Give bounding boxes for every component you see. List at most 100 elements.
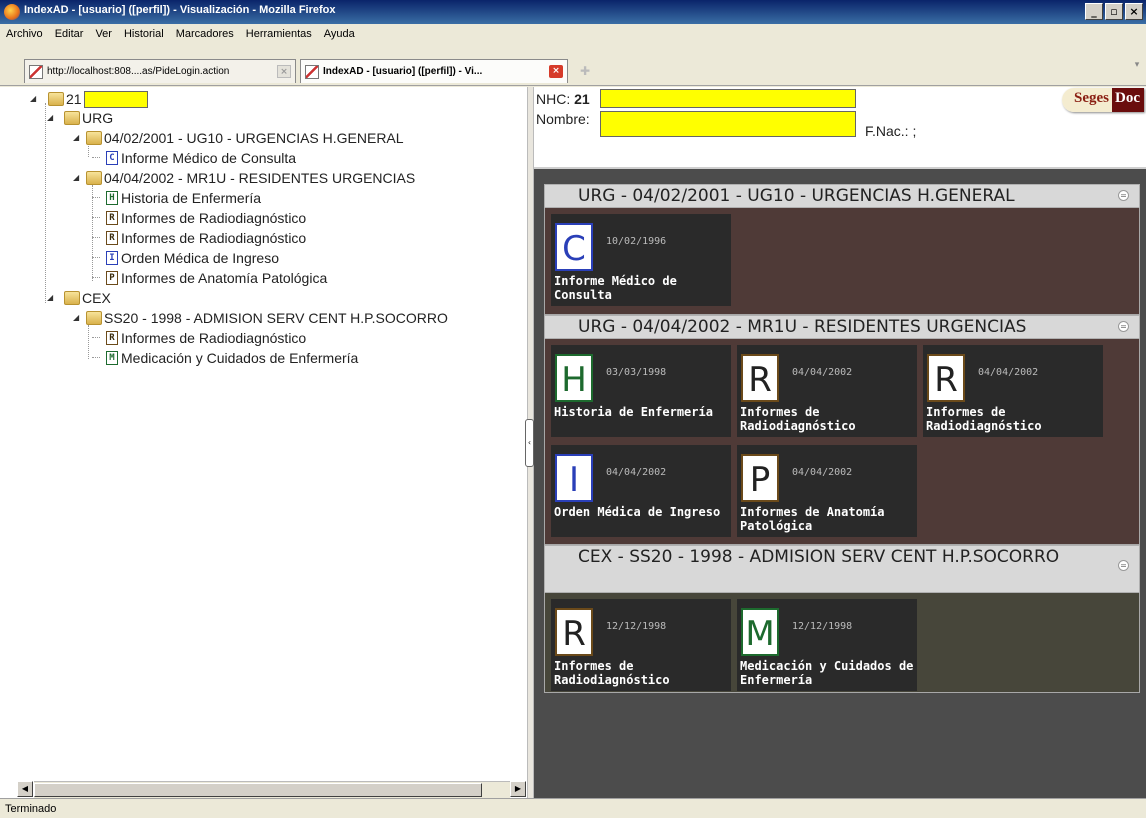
document-title: Medicación y Cuidados de Enfermería <box>740 659 914 687</box>
tab-bar: http://localhost:808....as/PideLogin.act… <box>0 44 1146 86</box>
expand-icon[interactable]: ◢ <box>47 114 55 122</box>
episode-header[interactable]: CEX - SS20 - 1998 - ADMISION SERV CENT H… <box>544 545 1140 593</box>
pane-splitter[interactable]: ‹ <box>525 87 534 798</box>
document-card[interactable]: I 04/04/2002 Orden Médica de Ingreso <box>551 445 731 537</box>
tab-login[interactable]: http://localhost:808....as/PideLogin.act… <box>24 59 296 83</box>
close-tab-icon[interactable]: × <box>549 65 563 78</box>
document-card[interactable]: M 12/12/1998 Medicación y Cuidados de En… <box>737 599 917 691</box>
close-tab-icon[interactable]: × <box>277 65 291 78</box>
scroll-thumb[interactable] <box>34 783 482 797</box>
tree-group-cex[interactable]: CEX <box>64 288 111 308</box>
episode-header-label: URG - 04/04/2002 - MR1U - RESIDENTES URG… <box>578 317 1027 337</box>
episode-header[interactable]: URG - 04/04/2002 - MR1U - RESIDENTES URG… <box>544 315 1140 339</box>
expand-icon[interactable]: ◢ <box>30 95 38 103</box>
document-date: 04/04/2002 <box>792 467 853 478</box>
close-button[interactable]: × <box>1125 3 1143 20</box>
expand-icon[interactable]: ◢ <box>47 294 55 302</box>
menu-ver[interactable]: Ver <box>95 28 112 40</box>
document-title: Orden Médica de Ingreso <box>554 505 721 519</box>
tree-item-label: Informes de Radiodiagnóstico <box>121 210 307 226</box>
patient-header: NHC: 21 Nombre: F.Nac.: ; Seges Doc <box>534 87 1146 169</box>
scroll-right-button[interactable]: ▶ <box>510 781 526 797</box>
episode-header-label: CEX - SS20 - 1998 - ADMISION SERV CENT H… <box>578 547 1060 567</box>
radiodiagnostico-doc-icon: R <box>555 608 593 656</box>
medicacion-doc-icon: M <box>741 608 779 656</box>
episode-header[interactable]: URG - 04/02/2001 - UG10 - URGENCIAS H.GE… <box>544 184 1140 208</box>
tree-episode-urg-2001[interactable]: 04/02/2001 - UG10 - URGENCIAS H.GENERAL <box>86 128 404 148</box>
menu-archivo[interactable]: Archivo <box>6 28 43 40</box>
tree-root[interactable]: 21 <box>48 89 148 109</box>
menu-editar[interactable]: Editar <box>55 28 84 40</box>
tree-group-label: URG <box>82 110 114 126</box>
scroll-left-button[interactable]: ◀ <box>17 781 33 797</box>
tree-group-label: 04/02/2001 - UG10 - URGENCIAS H.GENERAL <box>104 130 404 146</box>
tree-item[interactable]: M Medicación y Cuidados de Enfermería <box>106 348 358 368</box>
folder-icon <box>64 291 80 305</box>
document-date: 04/04/2002 <box>606 467 667 478</box>
segesdoc-logo: Seges Doc <box>1062 88 1144 112</box>
tree-item[interactable]: R Informes de Radiodiagnóstico <box>106 328 306 348</box>
document-card[interactable]: R 04/04/2002 Informes de Radiodiagnóstic… <box>737 345 917 437</box>
page-favicon-icon <box>29 64 43 79</box>
browser-window: IndexAD - [usuario] ([perfil]) - Visuali… <box>0 0 1146 818</box>
document-date: 12/12/1998 <box>606 621 667 632</box>
expand-icon[interactable]: ◢ <box>73 174 81 182</box>
minimize-button[interactable]: _ <box>1085 3 1103 20</box>
collapse-icon[interactable]: = <box>1118 190 1129 201</box>
tree-item[interactable]: H Historia de Enfermería <box>106 188 261 208</box>
document-title: Historia de Enfermería <box>554 405 713 419</box>
tree-item[interactable]: C Informe Médico de Consulta <box>106 148 296 168</box>
collapse-icon[interactable]: = <box>1118 321 1129 332</box>
document-card[interactable]: H 03/03/1998 Historia de Enfermería <box>551 345 731 437</box>
tab-label: IndexAD - [usuario] ([perfil]) - Vi... <box>323 66 483 77</box>
new-tab-icon[interactable]: ✚ <box>572 61 598 83</box>
tree-item-label: Informes de Anatomía Patológica <box>121 270 328 286</box>
folder-icon <box>86 131 102 145</box>
tree-root-label: 21 <box>66 91 82 107</box>
redacted-box <box>600 111 856 137</box>
document-date: 10/02/1996 <box>606 236 667 247</box>
tree-item[interactable]: I Orden Médica de Ingreso <box>106 248 279 268</box>
tree-episode-cex-1998[interactable]: SS20 - 1998 - ADMISION SERV CENT H.P.SOC… <box>86 308 448 328</box>
tree-group-label: SS20 - 1998 - ADMISION SERV CENT H.P.SOC… <box>104 310 448 326</box>
tree-item-label: Informes de Radiodiagnóstico <box>121 330 307 346</box>
menu-historial[interactable]: Historial <box>124 28 164 40</box>
document-date: 04/04/2002 <box>978 367 1039 378</box>
collapse-pane-icon[interactable]: ‹ <box>525 419 534 467</box>
maximize-button[interactable]: ▫ <box>1105 3 1123 20</box>
expand-icon[interactable]: ◢ <box>73 314 81 322</box>
expand-icon[interactable]: ◢ <box>73 134 81 142</box>
tab-scroll-icon[interactable]: ▾ <box>1130 60 1144 80</box>
document-card[interactable]: R 12/12/1998 Informes de Radiodiagnóstic… <box>551 599 731 691</box>
document-date: 04/04/2002 <box>792 367 853 378</box>
document-card[interactable]: R 04/04/2002 Informes de Radiodiagnóstic… <box>923 345 1103 437</box>
tree-item[interactable]: R Informes de Radiodiagnóstico <box>106 228 306 248</box>
document-card[interactable]: C 10/02/1996 Informe Médico de Consulta <box>551 214 731 306</box>
menu-herramientas[interactable]: Herramientas <box>246 28 312 40</box>
nhc-label: NHC: <box>536 91 571 107</box>
tab-indexad[interactable]: IndexAD - [usuario] ([perfil]) - Vi... × <box>300 59 568 83</box>
tree-item[interactable]: P Informes de Anatomía Patológica <box>106 268 327 288</box>
menu-marcadores[interactable]: Marcadores <box>176 28 234 40</box>
episode-body: R 12/12/1998 Informes de Radiodiagnóstic… <box>544 593 1140 693</box>
fnac-label: F.Nac.: ; <box>865 123 917 139</box>
tree-item[interactable]: R Informes de Radiodiagnóstico <box>106 208 306 228</box>
radiodiagnostico-doc-icon: R <box>741 354 779 402</box>
folder-icon <box>48 92 64 106</box>
radiodiagnostico-doc-icon: R <box>106 211 118 225</box>
orden-ingreso-doc-icon: I <box>555 454 593 502</box>
tree-episode-urg-2002[interactable]: 04/04/2002 - MR1U - RESIDENTES URGENCIAS <box>86 168 415 188</box>
nombre-label: Nombre: <box>536 111 590 127</box>
menu-bar: Archivo Editar Ver Historial Marcadores … <box>0 24 1146 44</box>
collapse-icon[interactable]: = <box>1118 560 1129 571</box>
consulta-doc-icon: C <box>555 223 593 271</box>
status-bar: Terminado <box>0 798 1146 818</box>
tree-group-label: 04/04/2002 - MR1U - RESIDENTES URGENCIAS <box>104 170 416 186</box>
horizontal-scrollbar[interactable] <box>34 781 510 798</box>
document-card[interactable]: P 04/04/2002 Informes de Anatomía Patoló… <box>737 445 917 537</box>
episode-body: C 10/02/1996 Informe Médico de Consulta <box>544 208 1140 315</box>
viewer-pane: NHC: 21 Nombre: F.Nac.: ; Seges Doc URG … <box>534 87 1146 798</box>
menu-ayuda[interactable]: Ayuda <box>324 28 355 40</box>
tree-group-urg[interactable]: URG <box>64 108 113 128</box>
medicacion-doc-icon: M <box>106 351 118 365</box>
